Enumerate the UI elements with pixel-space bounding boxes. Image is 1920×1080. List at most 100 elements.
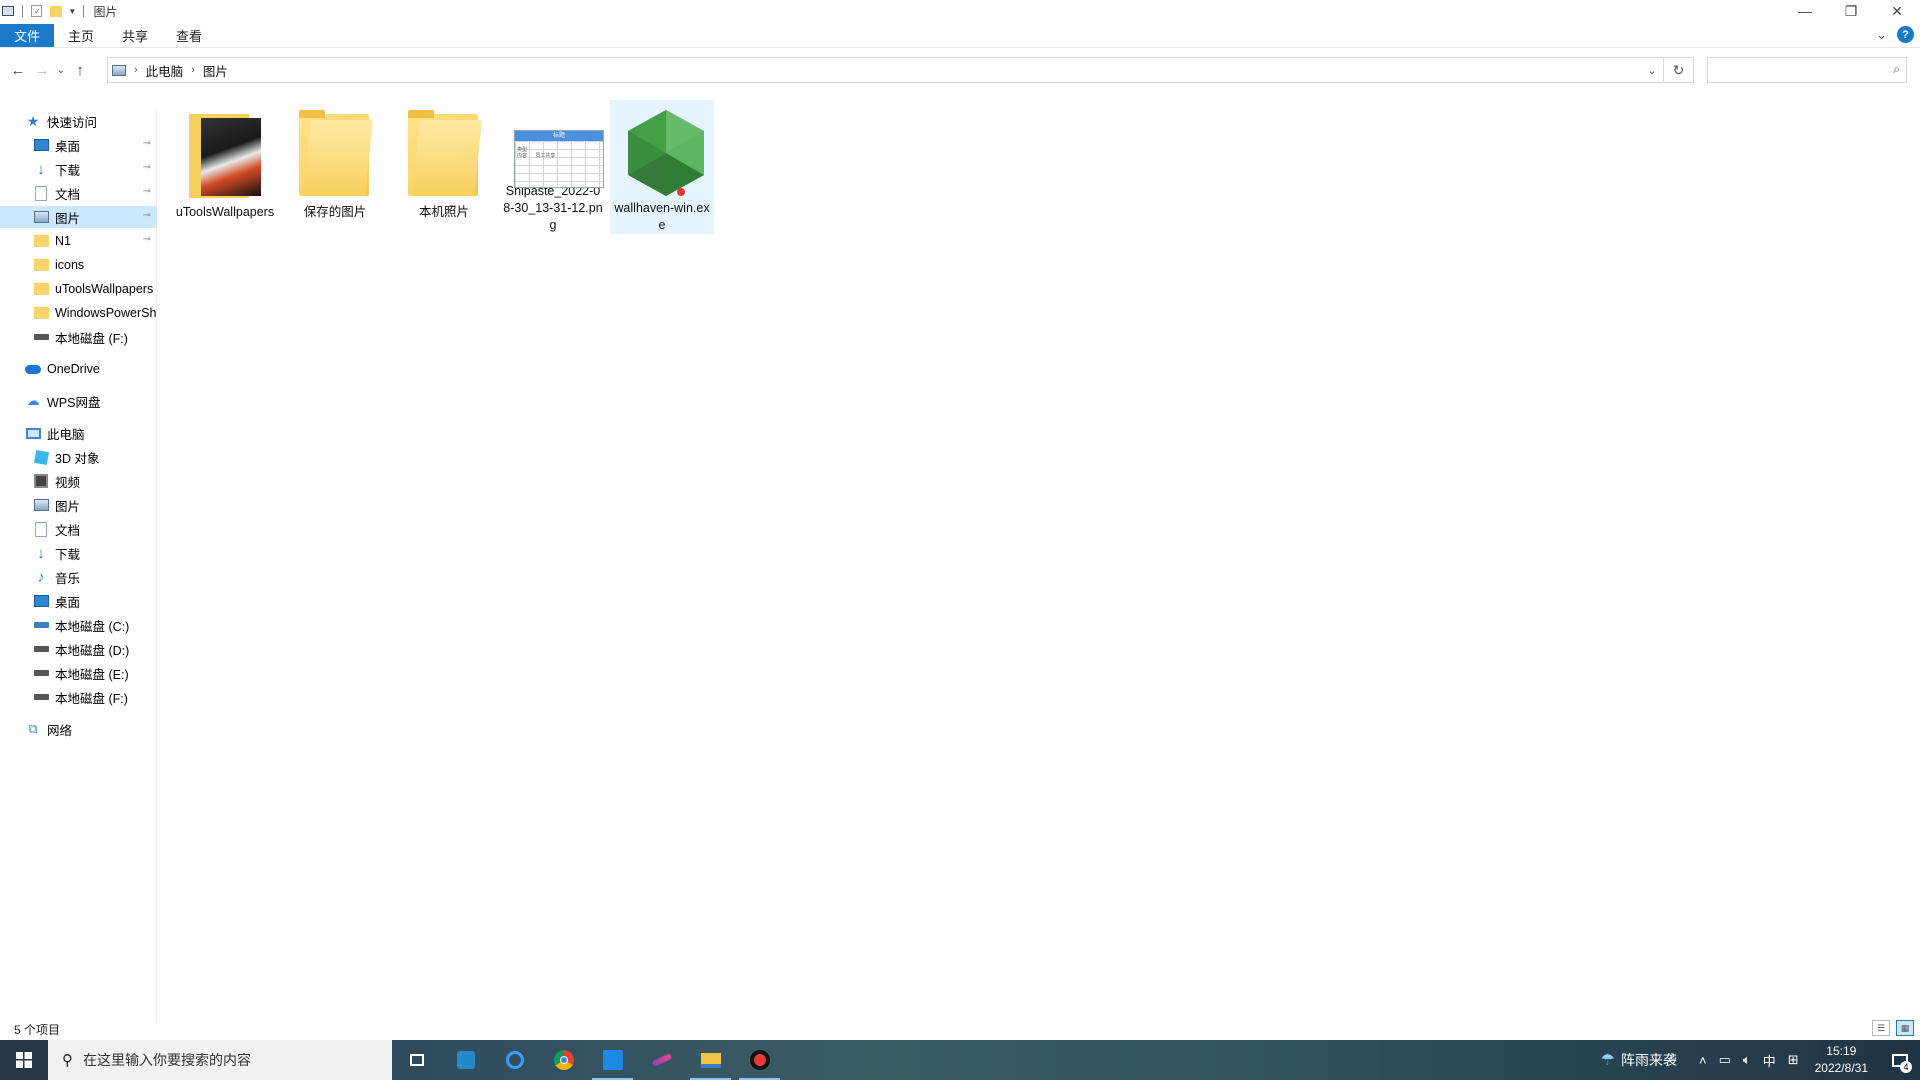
sidebar-item-drive-f[interactable]: 本地磁盘 (F:) [0,686,157,708]
network-status-icon[interactable]: ▭ [1719,1052,1731,1068]
sidebar-item-drive-e[interactable]: 本地磁盘 (E:) [0,662,157,684]
sidebar-item-desktop[interactable]: 桌面 ⊸ [0,134,157,156]
expand-ribbon-icon[interactable]: ⌄ [1876,27,1887,43]
pin-icon[interactable]: ⊸ [143,210,151,221]
sidebar-item-pc-desktop[interactable]: 桌面 [0,590,157,612]
sidebar-item-pc-downloads[interactable]: ↓ 下载 [0,542,157,564]
pictures-icon [33,497,49,513]
sidebar-item-drive-c[interactable]: 本地磁盘 (C:) [0,614,157,636]
pin-icon[interactable]: ⊸ [143,162,151,173]
sidebar-item-music[interactable]: ♪ 音乐 [0,566,157,588]
sidebar-item-label: 快速访问 [47,115,98,130]
properties-icon[interactable]: ✓ [31,5,42,17]
search-input[interactable]: ⌕ [1707,57,1907,83]
restore-button[interactable]: ❐ [1828,0,1874,22]
sidebar-item-documents[interactable]: 文档 ⊸ [0,182,157,204]
up-button[interactable]: ↑ [68,58,92,82]
ribbon-tabs: 文件 主页 共享 查看 ⌄ ? [0,24,1920,48]
task-view-button[interactable] [392,1040,441,1080]
taskbar-chrome[interactable] [539,1040,588,1080]
file-item-wallhaven-exe[interactable]: wallhaven-win.exe [610,100,714,234]
tab-home[interactable]: 主页 [54,24,108,47]
sidebar-item-this-pc[interactable]: 此电脑 [0,422,157,444]
volume-icon[interactable]: 🔈︎ [1743,1052,1751,1068]
minimize-button[interactable]: — [1782,0,1828,22]
sidebar-item-label: 本地磁盘 (F:) [55,331,128,346]
details-view-button[interactable]: ☰ [1872,1020,1890,1036]
file-item-camera-roll[interactable]: 本机照片 [392,100,496,234]
pin-icon[interactable]: ⊸ [143,138,151,149]
task-view-icon [409,1054,424,1066]
desktop-icon [33,593,49,609]
taskbar-search-app[interactable] [490,1040,539,1080]
action-center-button[interactable]: 4 [1880,1040,1920,1080]
sidebar-item-n1[interactable]: N1 ⊸ [0,230,157,252]
tab-share[interactable]: 共享 [108,24,162,47]
file-item-saved-pictures[interactable]: 保存的图片 [283,100,387,234]
sidebar-item-drive-f-quick[interactable]: 本地磁盘 (F:) [0,326,157,348]
start-button[interactable] [0,1040,48,1080]
sidebar-item-label: 本地磁盘 (E:) [55,667,129,682]
green-hexagon-app-icon [628,110,704,196]
recent-locations-button[interactable]: ⌄ [54,58,68,82]
taskbar-recorder[interactable] [735,1040,784,1080]
taskbar: ⚲ 在这里输入你要搜索的内容 ☂ 阵雨来袭 ˄ ▭ 🔈︎ 中 ⊞ 15:19 2… [0,1040,1920,1080]
file-item-utoolswallpapers[interactable]: uToolsWallpapers [173,100,277,234]
address-history-dropdown[interactable]: ⌄ [1641,58,1663,82]
forward-button[interactable]: → [30,58,54,82]
breadcrumb-chevron-icon[interactable]: › [191,64,195,76]
vscode-icon [456,1051,475,1069]
breadcrumb-pictures[interactable]: 图片 [203,61,228,80]
pin-icon[interactable]: ⊸ [143,234,151,245]
system-drive-icon [33,617,49,633]
customize-toolbar-chevron-icon[interactable]: ▾ [70,6,75,17]
breadcrumb-chevron-icon[interactable]: › [134,64,138,76]
taskbar-editor[interactable] [588,1040,637,1080]
sidebar-item-onedrive[interactable]: OneDrive [0,358,157,380]
large-icons-view-button[interactable]: ▦ [1896,1020,1914,1036]
back-button[interactable]: ← [6,58,30,82]
tab-file[interactable]: 文件 [0,24,55,47]
location-pictures-icon [112,64,126,76]
clock-time: 15:19 [1826,1044,1857,1058]
tab-view[interactable]: 查看 [162,24,216,47]
ime-indicator[interactable]: 中 [1763,1051,1776,1070]
taskbar-vscode[interactable] [441,1040,490,1080]
weather-widget[interactable]: ☂ 阵雨来袭 [1601,1050,1677,1070]
help-icon[interactable]: ? [1897,26,1914,43]
show-hidden-icons-chevron-icon[interactable]: ˄ [1699,1053,1707,1068]
computer-icon [25,425,41,441]
sidebar-item-utoolswallpapers[interactable]: uToolsWallpapers [0,278,157,300]
drive-icon [33,689,49,705]
pin-icon[interactable]: ⊸ [143,186,151,197]
sidebar-item-label: 本地磁盘 (F:) [55,691,128,706]
new-folder-icon[interactable] [50,5,62,17]
sidebar-item-label: 此电脑 [47,427,85,442]
sidebar-item-quick-access[interactable]: ★ 快速访问 [0,110,157,132]
close-button[interactable]: ✕ [1874,0,1920,22]
sidebar-item-videos[interactable]: 视频 [0,470,157,492]
address-bar[interactable]: › 此电脑 › 图片 ⌄ ↻ [107,57,1694,83]
taskbar-file-explorer[interactable] [686,1040,735,1080]
videos-icon [33,473,49,489]
sidebar-item-drive-d[interactable]: 本地磁盘 (D:) [0,638,157,660]
status-bar: 5 个项目 ☰ ▦ [0,1018,1920,1040]
breadcrumb-this-pc[interactable]: 此电脑 [146,61,184,80]
sidebar-item-3d-objects[interactable]: 3D 对象 [0,446,157,468]
sidebar-item-windowspowershell[interactable]: WindowsPowerSh [0,302,157,324]
refresh-button[interactable]: ↻ [1663,58,1693,82]
sidebar-item-icons[interactable]: icons [0,254,157,276]
sidebar-item-pc-pictures[interactable]: 图片 [0,494,157,516]
sidebar-item-pc-documents[interactable]: 文档 [0,518,157,540]
file-item-snipaste-png[interactable]: 标题 类型 内容 员工共享 Snipaste_2022-08-30_13-31-… [501,100,605,234]
file-name: 本机照片 [418,205,469,219]
taskbar-search-box[interactable]: ⚲ 在这里输入你要搜索的内容 [48,1040,392,1080]
taskbar-paint-app[interactable] [637,1040,686,1080]
sidebar-item-wps[interactable]: ☁ WPS网盘 [0,390,157,412]
sidebar-item-pictures[interactable]: 图片 ⊸ [0,206,157,228]
sidebar-item-network[interactable]: ⧉ 网络 [0,718,157,740]
sidebar-item-downloads[interactable]: ↓ 下载 ⊸ [0,158,157,180]
sidebar-item-label: 文档 [55,523,81,538]
clock[interactable]: 15:19 2022/8/31 [1815,1043,1868,1077]
ime-mode-icon[interactable]: ⊞ [1788,1052,1799,1068]
